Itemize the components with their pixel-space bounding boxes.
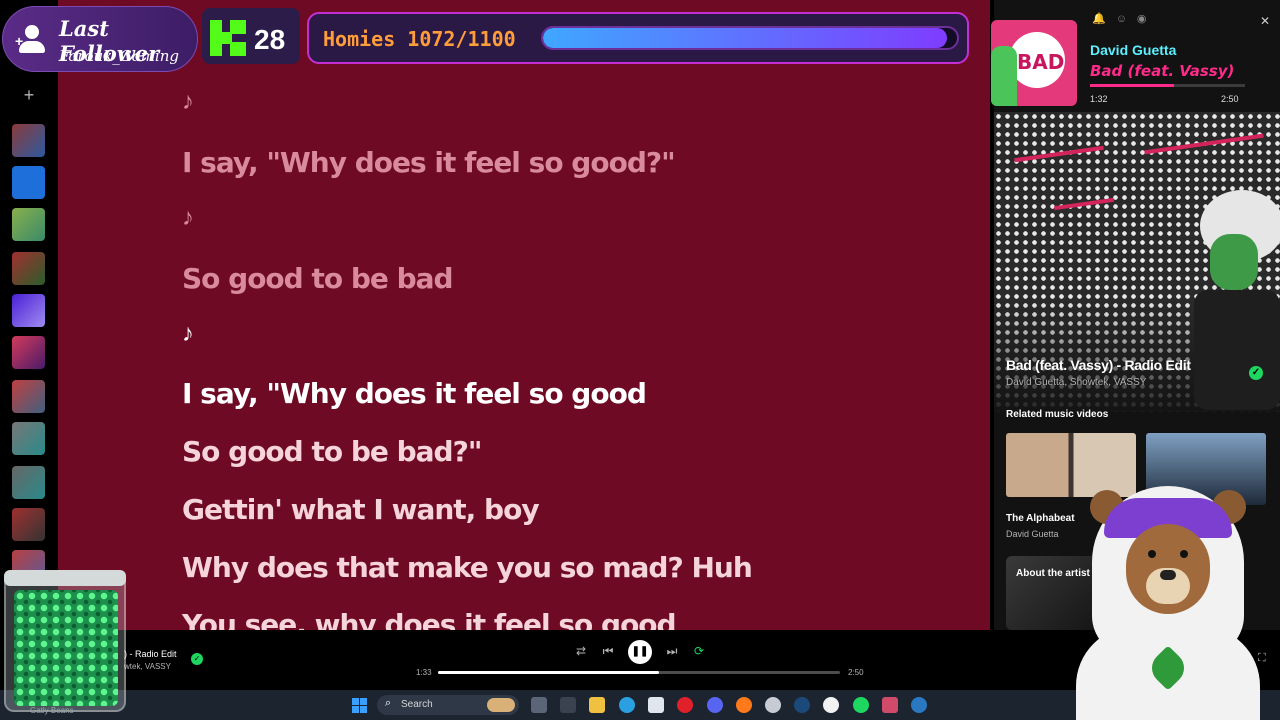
library-item-9[interactable] xyxy=(12,466,45,499)
next-icon[interactable]: ⏭ xyxy=(663,642,681,660)
spotify-icon[interactable] xyxy=(853,697,869,713)
lyric-line[interactable]: So good to be bad?" xyxy=(182,435,482,468)
lyrics-view: ♪ I say, "Why does it feel so good?" ♪ S… xyxy=(58,0,990,630)
discord-icon[interactable] xyxy=(707,697,723,713)
homies-progress-bar xyxy=(541,26,959,50)
shuffle-icon[interactable]: ⇄ xyxy=(572,642,590,660)
app-icon[interactable] xyxy=(765,697,781,713)
track-title[interactable]: Bad (feat. Vassy) - Radio Edit xyxy=(1006,357,1191,373)
homies-goal-label: Homies 1072/1100 xyxy=(323,27,516,51)
related-videos-heading: Related music videos xyxy=(1006,409,1109,420)
obs-icon[interactable] xyxy=(823,697,839,713)
now-playing-widget: BAD David Guetta Bad (feat. Vassy) 1:32 … xyxy=(985,10,1255,112)
discover-weekly-item[interactable] xyxy=(12,336,45,369)
video-artist[interactable]: David Guetta xyxy=(1006,529,1059,539)
store-icon[interactable] xyxy=(648,697,664,713)
library-item-3[interactable] xyxy=(12,208,45,241)
edge-icon[interactable] xyxy=(619,697,635,713)
firefox-icon[interactable] xyxy=(736,697,752,713)
kick-count: 28 xyxy=(254,24,286,55)
track-artists[interactable]: David Guetta, Showtek, VASSY xyxy=(1006,377,1146,388)
library-item-7[interactable] xyxy=(12,380,45,413)
pause-button[interactable]: ❚❚ xyxy=(628,640,652,664)
search-highlight-icon xyxy=(487,698,515,712)
kick-logo-icon xyxy=(210,20,246,56)
seek-bar[interactable] xyxy=(438,671,840,674)
widget-progress-bar xyxy=(1090,84,1245,87)
saved-check-icon[interactable]: ✓ xyxy=(1249,366,1263,380)
library-item-8[interactable] xyxy=(12,422,45,455)
library-item-2[interactable] xyxy=(12,166,45,199)
lyric-line[interactable]: Why does that make you so mad? Huh xyxy=(182,551,753,584)
helmet-figure-illustration xyxy=(1194,190,1280,410)
taskbar-search[interactable]: ⌕ Search xyxy=(377,695,519,715)
widget-duration: 2:50 xyxy=(1221,94,1239,104)
search-label: Search xyxy=(401,699,433,710)
task-view-icon[interactable] xyxy=(531,697,547,713)
music-note-icon: ♪ xyxy=(182,204,194,231)
windows-start-icon[interactable] xyxy=(352,698,367,713)
library-item-4[interactable] xyxy=(12,252,45,285)
previous-icon[interactable]: ⏮ xyxy=(599,642,617,660)
lyric-line[interactable]: I say, "Why does it feel so good?" xyxy=(182,146,676,179)
search-icon: ⌕ xyxy=(385,697,392,709)
album-art-text: BAD xyxy=(1017,50,1065,74)
last-follower-name: Farouk_Gaming xyxy=(59,47,179,65)
elapsed-time: 1:33 xyxy=(416,668,432,677)
bean-jar-widget xyxy=(4,570,126,712)
game-icon[interactable] xyxy=(882,697,898,713)
close-icon[interactable]: ✕ xyxy=(1260,14,1270,28)
liked-songs-item[interactable] xyxy=(12,294,45,327)
player-track-artists[interactable]: wtek, VASSY xyxy=(124,662,171,671)
duration-time: 2:50 xyxy=(848,668,864,677)
widget-elapsed: 1:32 xyxy=(1090,94,1108,104)
lyric-line[interactable]: I say, "Why does it feel so good xyxy=(182,377,647,410)
album-art: BAD xyxy=(991,20,1077,106)
widget-artist: David Guetta xyxy=(1090,42,1177,58)
add-playlist-icon[interactable]: + xyxy=(20,86,38,104)
lyric-line[interactable]: You see, why does it feel so good xyxy=(182,608,677,630)
music-note-icon: ♪ xyxy=(182,88,194,115)
opera-icon[interactable] xyxy=(677,697,693,713)
homies-goal-widget: Homies 1072/1100 xyxy=(307,12,969,64)
saved-check-icon[interactable]: ✓ xyxy=(191,653,203,665)
last-follower-widget: + Last Follower Farouk_Gaming xyxy=(2,6,198,72)
player-track-title[interactable]: ) - Radio Edit xyxy=(124,649,177,659)
music-note-icon-current: ♪ xyxy=(182,320,194,347)
lyric-line[interactable]: So good to be bad xyxy=(182,262,454,295)
library-item-10[interactable] xyxy=(12,508,45,541)
jar-label: Gatly Beans xyxy=(30,706,74,715)
bear-mascot-avatar xyxy=(1068,476,1268,720)
widget-track: Bad (feat. Vassy) xyxy=(1090,62,1235,80)
folder-icon[interactable] xyxy=(589,697,605,713)
video-title[interactable]: The Alphabeat xyxy=(1006,513,1075,524)
topbar-icons[interactable]: 🔔☺◉ xyxy=(1092,12,1157,25)
steam-alt-icon[interactable] xyxy=(911,697,927,713)
terminal-icon[interactable] xyxy=(560,697,576,713)
lyric-line[interactable]: Gettin' what I want, boy xyxy=(182,493,540,526)
library-item-1[interactable] xyxy=(12,124,45,157)
add-user-icon: + xyxy=(15,25,51,55)
repeat-icon[interactable]: ⟳ xyxy=(690,642,708,660)
steam-icon[interactable] xyxy=(794,697,810,713)
kick-beans xyxy=(14,590,118,706)
kick-viewer-widget: 28 xyxy=(202,8,300,64)
